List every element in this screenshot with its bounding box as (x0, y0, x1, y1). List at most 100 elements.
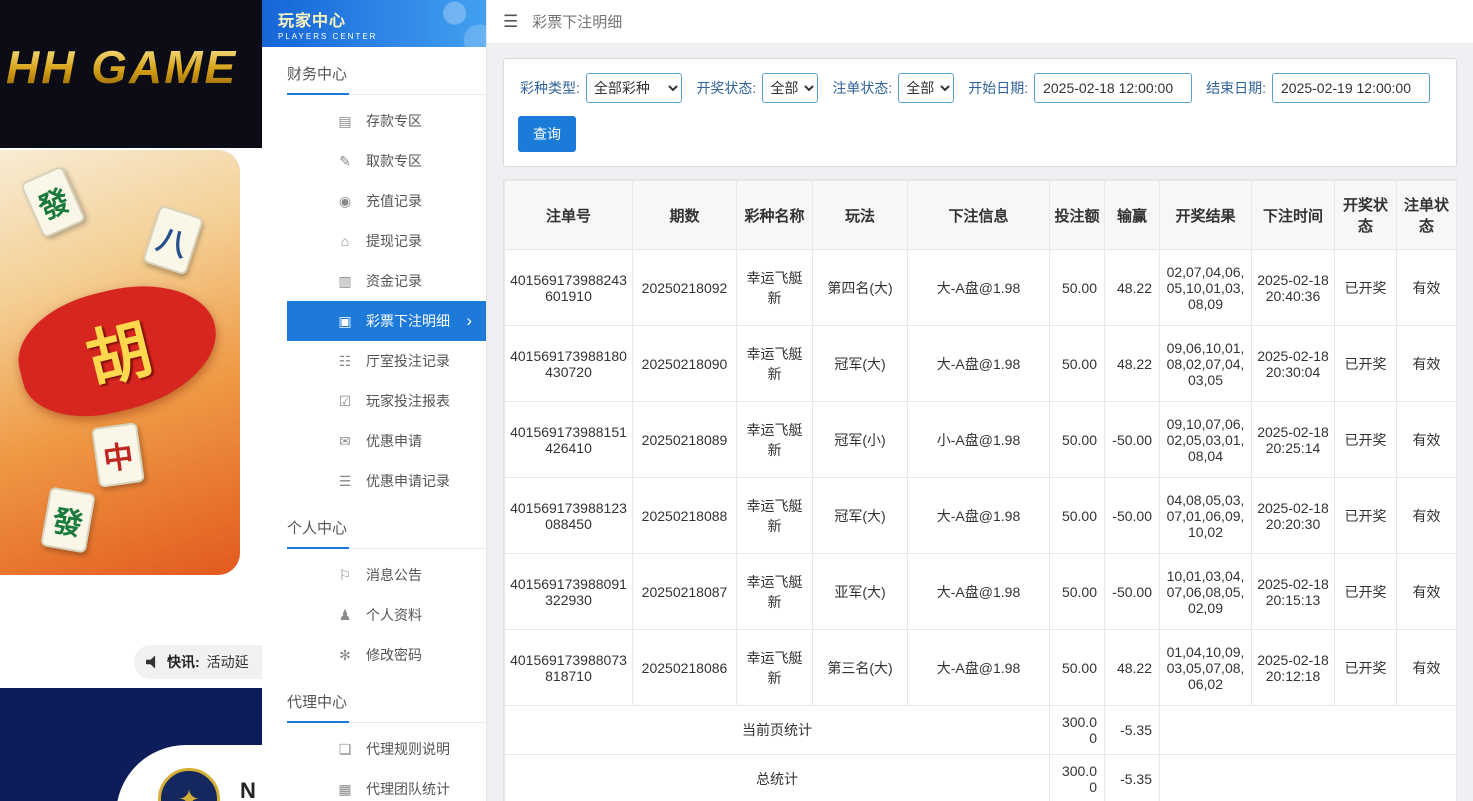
col-header: 注单状态 (1397, 181, 1457, 250)
table-cell: 冠军(小) (813, 402, 908, 478)
table-cell: 401569173988073818710 (505, 630, 633, 706)
sidebar-item[interactable]: ⚐消息公告 (287, 555, 486, 595)
sidebar-item-label: 充值记录 (366, 191, 422, 211)
table-cell: 01,04,10,09,03,05,07,08,06,02 (1160, 630, 1252, 706)
sidebar-item[interactable]: ✉ 优惠申请 (287, 421, 486, 461)
ticker-label: 快讯: (167, 652, 200, 672)
sidebar-subtitle: PLAYERS CENTER (278, 32, 486, 41)
lottery-type-select[interactable]: 全部彩种 (586, 73, 683, 103)
sidebar-item[interactable]: ☰优惠申请记录 (287, 461, 486, 501)
withdraw-icon: ✎ (337, 153, 353, 170)
stats-icon: ▦ (337, 781, 353, 798)
total-summary-winloss: -5.35 (1105, 755, 1160, 801)
table-cell: 大-A盘@1.98 (908, 326, 1050, 402)
sidebar-title: 玩家中心 (278, 7, 486, 31)
col-header: 输赢 (1105, 181, 1160, 250)
sidebar-item-label: 厅室投注记录 (366, 351, 450, 371)
start-date-label: 开始日期: (968, 78, 1028, 98)
bet-status-select[interactable]: 全部 (898, 73, 954, 103)
table-cell: 20250218090 (633, 326, 737, 402)
table-cell: 幸运飞艇新 (737, 478, 813, 554)
sidebar-item[interactable]: ♟个人资料 (287, 595, 486, 635)
total-summary-bet: 300.00 (1050, 755, 1105, 801)
table-cell: 幸运飞艇新 (737, 402, 813, 478)
col-header: 下注时间 (1252, 181, 1335, 250)
table-cell: 20250218086 (633, 630, 737, 706)
table-cell: 有效 (1397, 326, 1457, 402)
bet-table-panel: 注单号 期数 彩种名称 玩法 下注信息 投注额 输赢 开奖结果 下注时间 开奖状… (503, 179, 1457, 801)
sidebar-section-title: 个人中心 (287, 517, 486, 549)
table-cell: 已开奖 (1335, 478, 1397, 554)
table-row: 40156917398815142641020250218089幸运飞艇新冠军(… (505, 402, 1457, 478)
news-ticker[interactable]: 快讯: 活动延 (134, 645, 262, 679)
page-summary-empty (1160, 706, 1457, 755)
table-cell: 50.00 (1050, 478, 1105, 554)
table-cell: 50.00 (1050, 630, 1105, 706)
main-area: ☰ 彩票下注明细 彩种类型: 全部彩种 开奖状态: 全部 注单状态: 全部 开始… (487, 0, 1473, 801)
table-cell: 大-A盘@1.98 (908, 630, 1050, 706)
end-date-label: 结束日期: (1206, 78, 1266, 98)
table-cell: 02,07,04,06,05,10,01,03,08,09 (1160, 250, 1252, 326)
table-cell: 已开奖 (1335, 402, 1397, 478)
table-cell: 第三名(大) (813, 630, 908, 706)
table-cell: 冠军(大) (813, 478, 908, 554)
sidebar-item-label: 代理规则说明 (366, 739, 450, 759)
tile-char: 發 (49, 496, 86, 545)
sidebar-item-label: 消息公告 (366, 565, 422, 585)
topbar: ☰ 彩票下注明细 (487, 0, 1473, 44)
mahjong-tile: 中 (91, 422, 145, 488)
table-cell: 幸运飞艇新 (737, 326, 813, 402)
mahjong-tile: 發 (20, 165, 86, 239)
sidebar-item-label: 优惠申请 (366, 431, 422, 451)
table-cell: 2025-02-18 20:12:18 (1252, 630, 1335, 706)
table-cell: 2025-02-18 20:25:14 (1252, 402, 1335, 478)
table-row: 40156917398824360191020250218092幸运飞艇新第四名… (505, 250, 1457, 326)
document-icon: ❏ (337, 741, 353, 758)
table-header-row: 注单号 期数 彩种名称 玩法 下注信息 投注额 输赢 开奖结果 下注时间 开奖状… (505, 181, 1457, 250)
tile-char: 八 (152, 214, 194, 265)
promo-banner: 發 八 胡 中 發 (0, 150, 240, 575)
sidebar-item[interactable]: ▤存款专区 (287, 101, 486, 141)
sidebar-item[interactable]: ☑玩家投注报表 (287, 381, 486, 421)
start-date-input[interactable] (1034, 73, 1192, 103)
table-cell: 20250218089 (633, 402, 737, 478)
sidebar-item[interactable]: ▣彩票下注明细› (287, 301, 486, 341)
content: 彩种类型: 全部彩种 开奖状态: 全部 注单状态: 全部 开始日期: 结束日期:… (487, 44, 1473, 801)
total-summary-label: 总统计 (505, 755, 1050, 801)
sidebar-item[interactable]: ▦代理团队统计 (287, 769, 486, 801)
sidebar-item-label: 资金记录 (366, 271, 422, 291)
page-title: 彩票下注明细 (532, 11, 622, 32)
sidebar-item[interactable]: ✎ 取款专区 (287, 141, 486, 181)
table-cell: 已开奖 (1335, 326, 1397, 402)
search-button[interactable]: 查询 (518, 116, 576, 152)
sidebar-item-label: 取款专区 (366, 151, 422, 171)
end-date-input[interactable] (1272, 73, 1430, 103)
table-cell: 401569173988123088450 (505, 478, 633, 554)
recharge-record-icon: ◉ (337, 193, 353, 210)
sidebar-item-label: 提现记录 (366, 231, 422, 251)
site-background: HH GAME 發 八 胡 中 發 快讯: 活动延 ✦ N (0, 0, 262, 801)
table-row: 40156917398809132293020250218087幸运飞艇新亚军(… (505, 554, 1457, 630)
sidebar-item[interactable]: ✻修改密码 (287, 635, 486, 675)
draw-status-select[interactable]: 全部 (762, 73, 818, 103)
menu-toggle-icon[interactable]: ☰ (503, 12, 518, 32)
player-bet-report-icon: ☑ (337, 393, 353, 410)
sidebar-item[interactable]: ▥资金记录 (287, 261, 486, 301)
sidebar-item[interactable]: ◉ 充值记录 (287, 181, 486, 221)
hall-bet-record-icon: ☷ (337, 353, 353, 370)
page-summary-winloss: -5.35 (1105, 706, 1160, 755)
promo-apply-icon: ✉ (337, 433, 353, 450)
chevron-right-icon: › (466, 311, 472, 331)
table-cell: 幸运飞艇新 (737, 554, 813, 630)
sidebar-item[interactable]: ☷ 厅室投注记录 (287, 341, 486, 381)
table-cell: 第四名(大) (813, 250, 908, 326)
sidebar-item[interactable]: ❏ 代理规则说明 (287, 729, 486, 769)
table-cell: 50.00 (1050, 554, 1105, 630)
sidebar-header: 玩家中心 PLAYERS CENTER (262, 0, 486, 47)
table-cell: 已开奖 (1335, 630, 1397, 706)
sidebar-item[interactable]: ⌂提现记录 (287, 221, 486, 261)
filter-panel: 彩种类型: 全部彩种 开奖状态: 全部 注单状态: 全部 开始日期: 结束日期:… (503, 58, 1457, 167)
table-cell: 50.00 (1050, 402, 1105, 478)
table-cell: 已开奖 (1335, 554, 1397, 630)
col-header: 期数 (633, 181, 737, 250)
